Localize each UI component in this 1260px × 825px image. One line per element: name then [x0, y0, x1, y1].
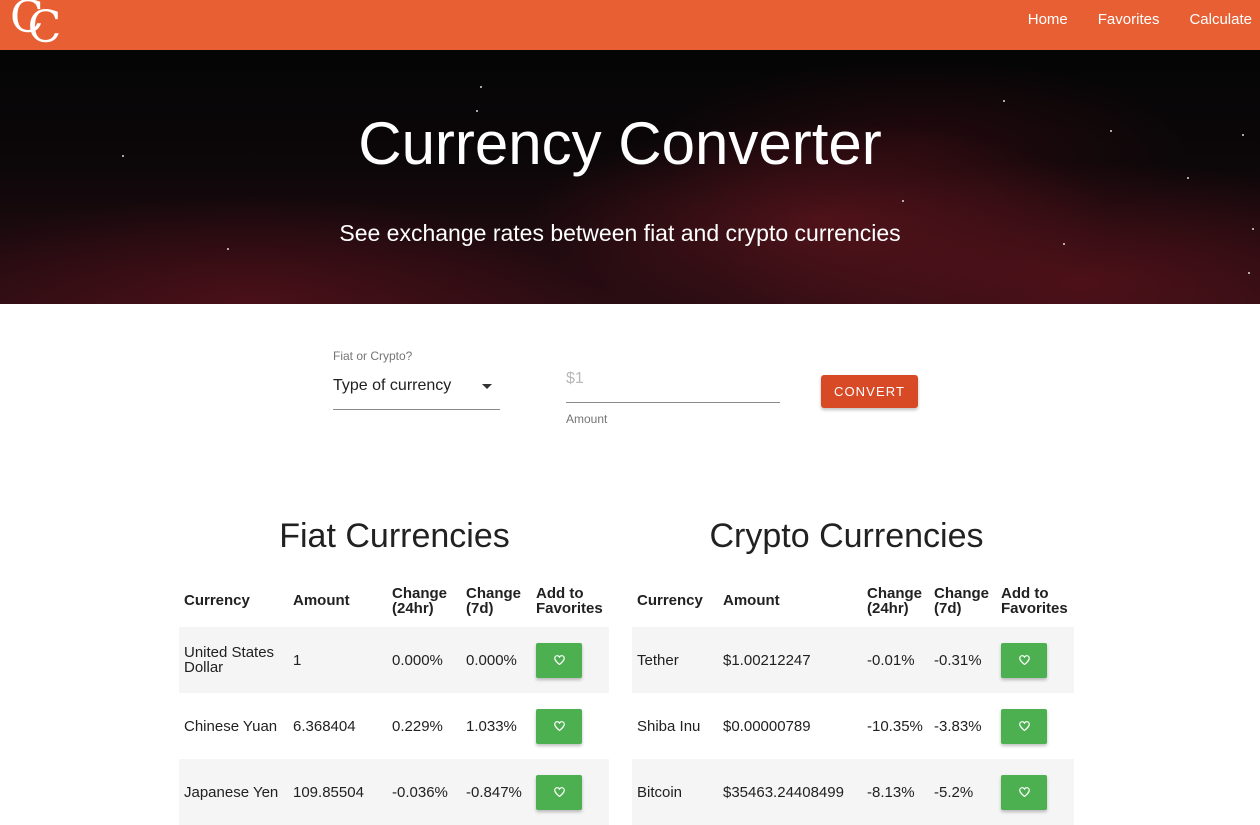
change-7d: -5.2% — [929, 759, 996, 825]
currency-name: Chinese Yuan — [184, 717, 278, 735]
table-header-row: Currency Amount Change (24hr) Change (7d… — [632, 574, 1074, 627]
currency-amount: 1 — [288, 627, 387, 693]
hero-banner: Currency Converter See exchange rates be… — [0, 50, 1260, 304]
favorite-cell — [531, 693, 609, 759]
heart-outline-icon — [553, 787, 565, 797]
table-row: Chinese Yuan 6.368404 0.229% 1.033% — [179, 693, 609, 759]
favorite-cell — [531, 759, 609, 825]
heart-outline-icon — [553, 721, 565, 731]
nav-calculate-link[interactable]: Calculate — [1189, 11, 1252, 28]
add-to-favorites-button[interactable] — [1001, 774, 1047, 810]
amount-helper-text: Amount — [566, 412, 608, 426]
amount-input[interactable] — [566, 368, 780, 390]
top-navbar: CC Home Favorites Calculate — [0, 0, 1260, 52]
column-header: Change (24hr) — [867, 584, 923, 617]
column-header: Change (7d) — [466, 584, 522, 617]
table-row: Bitcoin $35463.24408499 -8.13% -5.2% — [632, 759, 1074, 825]
currency-name: Shiba Inu — [637, 717, 701, 735]
change-24hr: -10.35% — [867, 717, 923, 735]
crypto-currencies-table: Currency Amount Change (24hr) Change (7d… — [632, 574, 1074, 825]
change-7d: -0.847% — [461, 759, 531, 825]
currency-type-select[interactable]: Fiat or Crypto? Type of currency — [333, 348, 500, 410]
favorite-cell — [996, 693, 1074, 759]
caret-down-icon — [482, 384, 492, 389]
table-row: United States Dollar 1 0.000% 0.000% — [179, 627, 609, 693]
fiat-currencies-table: Currency Amount Change (24hr) Change (7d… — [179, 574, 609, 825]
currency-type-value: Type of currency — [333, 377, 452, 394]
currency-amount: 6.368404 — [293, 717, 356, 735]
change-24hr: 0.229% — [392, 717, 443, 735]
nav-favorites-link[interactable]: Favorites — [1098, 11, 1160, 28]
column-header: Change (7d) — [934, 584, 990, 617]
column-header: Add to Favorites — [1001, 584, 1068, 617]
change-7d: 0.000% — [461, 627, 531, 693]
change-24hr: -0.01% — [862, 627, 929, 693]
fiat-currencies-title: Fiat Currencies — [279, 517, 510, 555]
change-7d: -3.83% — [934, 717, 982, 735]
change-7d: 1.033% — [466, 717, 517, 735]
heart-outline-icon — [1018, 787, 1030, 797]
nav-links: Home Favorites Calculate — [998, 0, 1252, 38]
table-row: Tether $1.00212247 -0.01% -0.31% — [632, 627, 1074, 693]
change-24hr: 0.000% — [387, 627, 461, 693]
table-row: Japanese Yen 109.85504 -0.036% -0.847% — [179, 759, 609, 825]
heart-outline-icon — [553, 655, 565, 665]
favorite-cell — [996, 759, 1074, 825]
add-to-favorites-button[interactable] — [1001, 708, 1047, 744]
currency-name: Tether — [632, 627, 718, 693]
table-row: Shiba Inu $0.00000789 -10.35% -3.83% — [632, 693, 1074, 759]
change-7d: -0.31% — [929, 627, 996, 693]
add-to-favorites-button[interactable] — [1001, 642, 1047, 678]
add-to-favorites-button[interactable] — [536, 708, 582, 744]
nav-home-link[interactable]: Home — [1028, 11, 1068, 28]
change-24hr: -8.13% — [862, 759, 929, 825]
currency-name: Japanese Yen — [179, 759, 288, 825]
currency-amount: $0.00000789 — [723, 717, 811, 735]
column-header: Change (24hr) — [392, 584, 448, 617]
currency-name: United States Dollar — [179, 627, 288, 693]
currency-amount: 109.85504 — [288, 759, 387, 825]
hero-title: Currency Converter — [358, 110, 882, 177]
hero-subtitle: See exchange rates between fiat and cryp… — [339, 220, 901, 246]
add-to-favorites-button[interactable] — [536, 642, 582, 678]
column-header: Amount — [723, 592, 780, 609]
logo[interactable]: CC — [10, 0, 66, 52]
crypto-currencies-title: Crypto Currencies — [709, 517, 984, 555]
currency-name: Bitcoin — [632, 759, 718, 825]
column-header: Amount — [293, 592, 350, 609]
column-header: Add to Favorites — [536, 584, 603, 617]
amount-field — [566, 362, 780, 403]
currency-amount: $1.00212247 — [718, 627, 862, 693]
heart-outline-icon — [1018, 721, 1030, 731]
column-header: Currency — [637, 592, 703, 609]
heart-outline-icon — [1018, 655, 1030, 665]
favorite-cell — [531, 627, 609, 693]
currency-type-label: Fiat or Crypto? — [333, 349, 413, 363]
table-header-row: Currency Amount Change (24hr) Change (7d… — [179, 574, 609, 627]
change-24hr: -0.036% — [387, 759, 461, 825]
column-header: Currency — [184, 592, 250, 609]
convert-button[interactable]: CONVERT — [821, 375, 918, 408]
favorite-cell — [996, 627, 1074, 693]
currency-amount: $35463.24408499 — [718, 759, 862, 825]
add-to-favorites-button[interactable] — [536, 774, 582, 810]
